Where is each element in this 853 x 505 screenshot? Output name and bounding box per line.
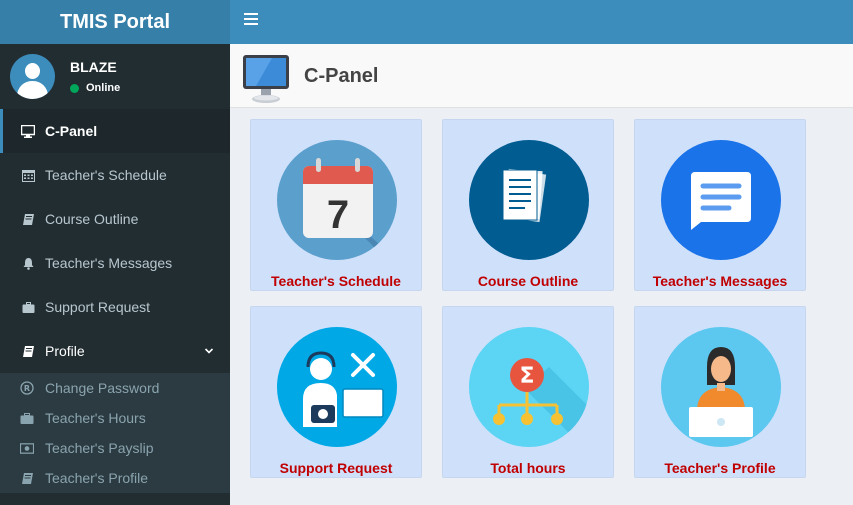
app-logo[interactable]: TMIS Portal	[0, 0, 230, 44]
tile-total-hours[interactable]: Σ Total hours	[442, 306, 614, 478]
sigma-hierarchy-icon: Σ	[469, 327, 589, 447]
book-icon	[21, 344, 35, 358]
book-icon	[20, 471, 34, 485]
sigma-symbol: Σ	[519, 364, 534, 389]
monitor-icon	[242, 54, 290, 109]
online-dot-icon	[70, 83, 79, 93]
svg-text:R: R	[24, 384, 30, 393]
tile-teachers-profile[interactable]: Teacher's Profile	[634, 306, 806, 478]
profile-submenu: R Change Password Teacher's Hours Teache…	[0, 373, 230, 493]
tile-label: Total hours	[490, 460, 566, 476]
sidebar-item-label: Course Outline	[45, 211, 139, 227]
avatar	[10, 54, 55, 99]
registered-icon: R	[20, 381, 34, 395]
support-icon	[277, 327, 397, 447]
message-icon	[661, 140, 781, 260]
tile-label: Teacher's Schedule	[271, 273, 401, 289]
sidebar-item-profile[interactable]: Profile	[0, 329, 230, 373]
content-header: C-Panel	[230, 44, 853, 108]
sidebar-item-label: Support Request	[45, 299, 151, 315]
tile-support-request[interactable]: Support Request	[250, 306, 422, 478]
tile-course-outline[interactable]: Course Outline	[442, 119, 614, 291]
money-icon	[20, 441, 34, 455]
sidebar-item-cpanel[interactable]: C-Panel	[0, 109, 230, 153]
status-text: Online	[86, 82, 121, 94]
briefcase-icon	[21, 300, 35, 314]
submenu-item-teachers-payslip[interactable]: Teacher's Payslip	[0, 433, 230, 463]
submenu-item-label: Teacher's Profile	[45, 470, 149, 486]
bell-icon	[21, 256, 35, 270]
tile-teachers-messages[interactable]: Teacher's Messages	[634, 119, 806, 291]
calendar-day: 7	[327, 193, 349, 237]
user-panel: BLAZE Online	[0, 44, 230, 109]
user-name: BLAZE	[70, 59, 117, 75]
tile-label: Course Outline	[477, 273, 579, 289]
sidebar: TMIS Portal BLAZE Online C-Panel Teacher…	[0, 0, 230, 505]
sidebar-item-label: Teacher's Schedule	[45, 167, 167, 183]
monitor-icon	[21, 124, 35, 138]
hamburger-menu-icon[interactable]	[244, 13, 258, 27]
submenu-item-teachers-hours[interactable]: Teacher's Hours	[0, 403, 230, 433]
sidebar-item-teachers-messages[interactable]: Teacher's Messages	[0, 241, 230, 285]
user-status: Online	[70, 82, 120, 94]
briefcase-icon	[20, 411, 34, 425]
sidebar-item-course-outline[interactable]: Course Outline	[0, 197, 230, 241]
book-icon	[21, 212, 35, 226]
document-icon	[469, 140, 589, 260]
calendar-icon	[21, 168, 35, 182]
sidebar-item-label: C-Panel	[45, 123, 98, 139]
submenu-item-teachers-profile[interactable]: Teacher's Profile	[0, 463, 230, 493]
tile-label: Teacher's Messages	[652, 273, 788, 289]
submenu-item-label: Teacher's Hours	[45, 410, 146, 426]
sidebar-item-label: Profile	[45, 343, 85, 359]
submenu-item-label: Teacher's Payslip	[45, 440, 154, 456]
chevron-down-icon	[204, 343, 214, 359]
sidebar-item-label: Teacher's Messages	[45, 255, 173, 271]
teacher-profile-icon	[661, 327, 781, 447]
page-title: C-Panel	[304, 65, 379, 87]
submenu-item-label: Change Password	[45, 380, 160, 396]
calendar-icon: 7	[277, 140, 397, 260]
tile-teachers-schedule[interactable]: 7 Teacher's Schedule	[250, 119, 422, 291]
sidebar-item-support-request[interactable]: Support Request	[0, 285, 230, 329]
top-navbar	[230, 0, 853, 44]
tile-label: Support Request	[279, 460, 393, 476]
sidebar-item-teachers-schedule[interactable]: Teacher's Schedule	[0, 153, 230, 197]
tile-label: Teacher's Profile	[664, 460, 776, 476]
submenu-item-change-password[interactable]: R Change Password	[0, 373, 230, 403]
